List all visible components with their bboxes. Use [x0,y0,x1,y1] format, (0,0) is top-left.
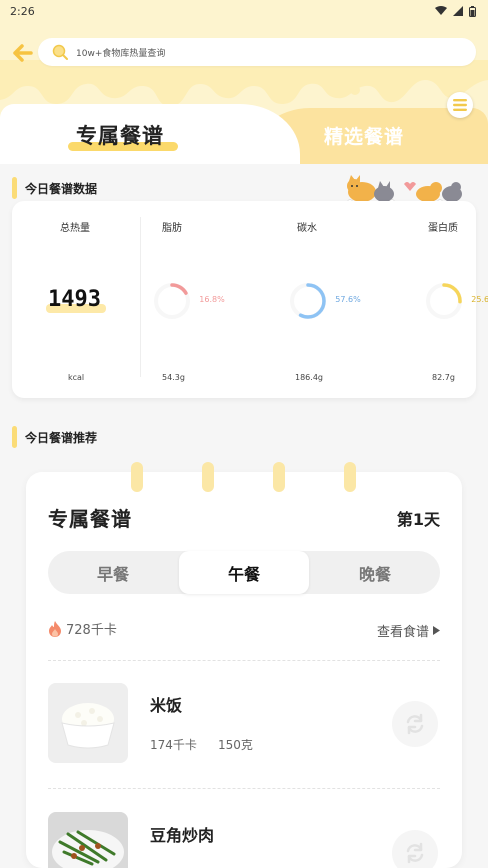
plan-title: 专属餐谱 [48,507,132,531]
plan-day: 第1天 [396,510,440,529]
fat-label: 脂肪 [162,223,182,234]
status-bar: 2:26 [0,0,488,22]
menu-icon [453,99,467,111]
protein-ring: 25.6% [424,281,488,321]
wifi-icon [435,6,447,15]
today-data-heading: 今日餐谱数据 [12,177,97,199]
protein-label: 蛋白质 [428,223,458,234]
search-placeholder: 10w+食物库热量查询 [76,48,166,59]
signal-icon [453,6,463,16]
view-recipe-link[interactable]: 查看食谱 [377,621,440,640]
section-bar [12,426,17,448]
search-icon [52,44,68,60]
protein-percent: 25.6% [471,295,488,304]
tab-exclusive-label[interactable]: 专属餐谱 [76,120,164,150]
binder-ring [273,462,285,492]
menu-button[interactable] [447,92,473,118]
binder-ring [344,462,356,492]
food-name: 豆角炒肉 [150,826,215,845]
arrow-left-icon [13,44,33,62]
food-image-rice[interactable] [48,683,128,763]
food-kcal: 174千卡 [150,738,197,752]
carbs-percent: 57.6% [335,295,361,304]
recommend-heading: 今日餐谱推荐 [12,426,97,448]
tab-selected-label[interactable]: 精选餐谱 [324,122,404,149]
plan-tabs: 专属餐谱 精选餐谱 [0,104,488,164]
food-weight: 150克 [218,738,253,752]
calories-unit: kcal [68,373,85,382]
swap-food-button[interactable] [392,701,438,747]
total-calories-value: 1493 [48,287,101,312]
fat-ring-chart [154,283,190,319]
meal-calories-value: 728千卡 [66,623,117,638]
section-bar [12,177,17,199]
carbs-ring: 57.6% [288,281,361,321]
fat-percent: 16.8% [199,295,225,304]
recommend-title: 今日餐谱推荐 [25,430,98,445]
flame-icon [49,620,61,637]
fat-amount: 54.3g [162,373,185,382]
back-button[interactable] [12,42,34,64]
tab-dinner[interactable]: 晚餐 [310,551,440,594]
binder-ring [202,462,214,492]
caret-right-icon [433,626,440,635]
carbs-amount: 186.4g [295,373,323,382]
meal-switch: 早餐 午餐 晚餐 [48,551,440,594]
status-time: 2:26 [10,4,35,18]
rice-bowl-image [48,683,128,763]
tab-breakfast[interactable]: 早餐 [48,551,178,594]
food-image-beans[interactable] [48,812,128,868]
carbs-ring-chart [290,283,326,319]
total-calories-label: 总热量 [60,223,90,234]
protein-amount: 82.7g [432,373,455,382]
binder-ring [131,462,143,492]
protein-ring-chart [426,283,462,319]
meal-calories: 728千卡 [48,619,117,638]
meal-plan-card: 专属餐谱 第1天 早餐 午餐 晚餐 728千卡 查看食谱 米饭 174千卡 15… [26,472,462,868]
food-name: 米饭 [150,696,183,715]
divider [48,660,440,661]
food-search-bar[interactable]: 10w+食物库热量查询 [38,38,476,66]
divider [48,788,440,789]
carbs-label: 碳水 [297,223,317,234]
view-recipe-label: 查看食谱 [376,625,429,640]
nutrition-stats-card: 总热量 1493 kcal 脂肪 16.8% 54.3g 碳水 57.6% 18… [12,201,488,398]
fat-ring: 16.8% [152,281,225,321]
refresh-icon [406,713,424,735]
tab-lunch[interactable]: 午餐 [179,551,309,594]
stats-divider [140,217,141,377]
beans-dish-image [48,812,128,868]
swap-food-button[interactable] [392,830,438,868]
today-data-title: 今日餐谱数据 [25,181,98,196]
refresh-icon [406,842,424,864]
battery-icon [469,5,476,17]
